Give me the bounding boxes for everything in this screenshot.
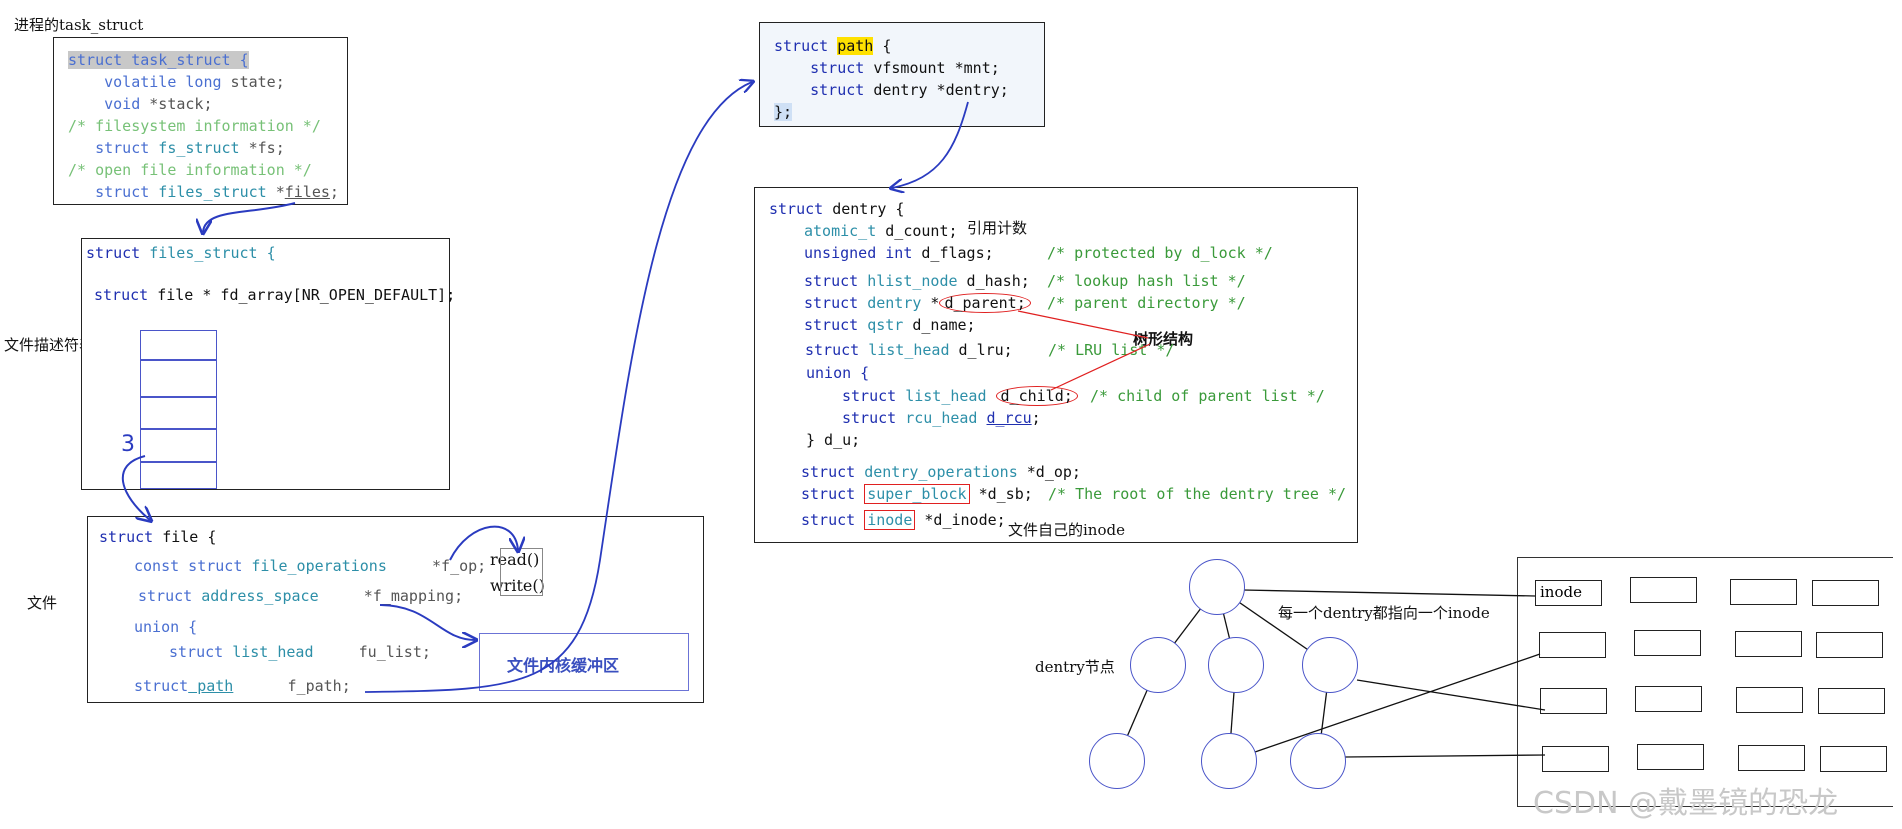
connectors-layer bbox=[121, 0, 1546, 761]
dentry-node-root bbox=[1189, 559, 1245, 615]
arrow-fmapping-to-buffer bbox=[379, 604, 475, 640]
watermark: CSDN @戴墨镜的恐龙 bbox=[1533, 786, 1839, 821]
arrow-fd3-to-file bbox=[121, 455, 150, 520]
red-line-child bbox=[1050, 343, 1151, 391]
dentry-node-l1-c bbox=[1302, 637, 1358, 693]
dentry-node-l2-c bbox=[1290, 733, 1346, 789]
red-line-parent bbox=[1017, 310, 1149, 339]
dentry-node-l1-a bbox=[1130, 637, 1186, 693]
arrow-dentry-to-dentry-struct bbox=[892, 101, 969, 188]
arrow-fop-to-read bbox=[449, 525, 518, 561]
arrow-files-to-files-struct bbox=[203, 202, 296, 232]
dentry-node-l2-b bbox=[1201, 733, 1257, 789]
arrow-fpath-to-path bbox=[364, 82, 752, 693]
dentry-node-l2-a bbox=[1089, 733, 1145, 789]
dentry-node-l1-b bbox=[1208, 637, 1264, 693]
